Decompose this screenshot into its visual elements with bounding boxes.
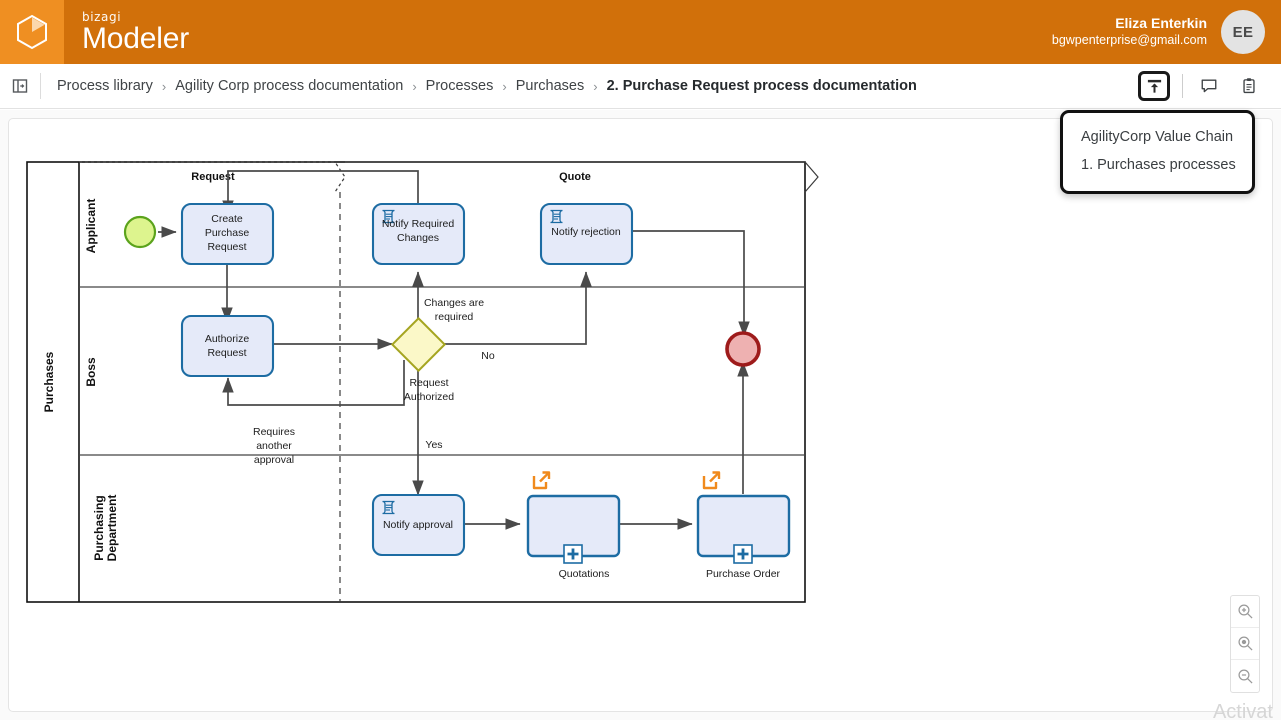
subprocess-label: Quotations: [559, 568, 610, 580]
task-label: Notify rejection: [551, 226, 621, 238]
flow-label-requires-2: another: [256, 440, 292, 452]
breadcrumb-divider: [40, 73, 41, 99]
flow-label-changes-1: Changes are: [424, 297, 484, 309]
bizagi-modeler-app: bizagi Modeler Eliza Enterkin bgwpenterp…: [0, 0, 1281, 720]
breadcrumb-separator: ›: [593, 78, 598, 94]
lane-applicant[interactable]: Applicant: [84, 199, 98, 254]
task-notify-approval[interactable]: Notify approval: [371, 493, 466, 557]
windows-activation-watermark: Activat: [1212, 701, 1273, 720]
breadcrumb-item-2[interactable]: Processes: [426, 78, 494, 94]
expand-subprocess-marker[interactable]: [563, 544, 583, 564]
clipboard-icon[interactable]: [1235, 72, 1263, 100]
task-authorize-request[interactable]: Authorize Request: [180, 314, 275, 378]
lane-label-applicant: Applicant: [84, 199, 98, 254]
task-label: Notify approval: [383, 519, 453, 531]
dropdown-item-0[interactable]: AgilityCorp Value Chain: [1063, 123, 1252, 151]
breadcrumb-bar: Process library › Agility Corp process d…: [0, 64, 1281, 109]
app-header: bizagi Modeler Eliza Enterkin bgwpenterp…: [0, 0, 1281, 64]
publish-icon[interactable]: [1138, 71, 1170, 101]
task-label-line-1: Authorize: [205, 333, 250, 345]
task-label-line-3: Request: [207, 241, 246, 253]
lane-label-boss: Boss: [84, 357, 98, 387]
breadcrumb-separator: ›: [412, 78, 417, 94]
end-event[interactable]: [725, 331, 761, 367]
gateway-label-line-2: Authorized: [404, 391, 454, 403]
start-event[interactable]: [123, 215, 157, 249]
zoom-out-button[interactable]: [1231, 660, 1259, 692]
avatar[interactable]: EE: [1221, 10, 1265, 54]
task-notify-rejection[interactable]: Notify rejection: [539, 202, 634, 266]
user-name: Eliza Enterkin: [1115, 15, 1207, 32]
dropdown-item-1[interactable]: 1. Purchases processes: [1063, 151, 1252, 179]
breadcrumb-item-current: 2. Purchase Request process documentatio…: [606, 78, 917, 94]
magnifier-dot-icon: [1237, 636, 1253, 651]
breadcrumb-item-3[interactable]: Purchases: [516, 78, 585, 94]
breadcrumb-item-1[interactable]: Agility Corp process documentation: [175, 78, 403, 94]
process-switch-dropdown[interactable]: AgilityCorp Value Chain 1. Purchases pro…: [1060, 110, 1255, 194]
magnifier-plus-icon: [1237, 604, 1253, 619]
brand-name-large: Modeler: [82, 21, 189, 55]
bpmn-diagram[interactable]: Purchases Applicant Boss Purchasing Depa…: [0, 110, 1265, 704]
task-notify-required-changes[interactable]: Notify Required Changes: [371, 202, 466, 266]
task-create-purchase-request[interactable]: Create Purchase Request: [180, 202, 275, 266]
breadcrumb-separator: ›: [161, 78, 167, 94]
lane-label-purchasing-1: Purchasing: [92, 495, 106, 560]
expand-subprocess-marker[interactable]: [733, 544, 753, 564]
breadcrumb-item-0[interactable]: Process library: [57, 78, 153, 94]
task-label-line-1: Create: [211, 213, 243, 225]
hexagon-cube-logo-icon: [17, 14, 47, 50]
breadcrumb: Process library › Agility Corp process d…: [57, 78, 917, 94]
brand-block: bizagi Modeler: [82, 11, 189, 54]
pool-label: Purchases: [42, 351, 56, 412]
zoom-reset-button[interactable]: [1231, 628, 1259, 660]
flow-label-changes-2: required: [435, 311, 474, 323]
flow-label-no: No: [481, 350, 495, 362]
brand-name-small: bizagi: [82, 9, 122, 24]
lane-label-purchasing-2: Department: [105, 495, 119, 562]
task-label-line-2: Changes: [397, 232, 439, 244]
lane-purchasing-department[interactable]: Purchasing Department: [92, 495, 119, 562]
zoom-in-button[interactable]: [1231, 596, 1259, 628]
task-label-line-2: Request: [207, 347, 246, 359]
breadcrumb-separator: ›: [502, 78, 507, 94]
actions-divider: [1182, 74, 1183, 98]
user-block[interactable]: Eliza Enterkin bgwpenterprise@gmail.com …: [1052, 10, 1281, 54]
flow-label-requires-1: Requires: [253, 426, 295, 438]
breadcrumb-actions: [1138, 71, 1281, 101]
magnifier-minus-icon: [1237, 668, 1253, 684]
panel-toggle-icon[interactable]: [0, 78, 40, 94]
phase-label-quote: Quote: [559, 171, 591, 183]
flow-label-requires-3: approval: [254, 454, 294, 466]
zoom-controls[interactable]: [1230, 595, 1260, 693]
app-logo[interactable]: [0, 0, 64, 64]
task-label-line-1: Notify Required: [382, 218, 455, 230]
user-email: bgwpenterprise@gmail.com: [1051, 32, 1207, 47]
task-label-line-2: Purchase: [205, 227, 250, 239]
flow-label-yes: Yes: [425, 439, 442, 451]
subprocess-label: Purchase Order: [706, 568, 781, 580]
lane-boss[interactable]: Boss: [84, 357, 98, 387]
user-text: Eliza Enterkin bgwpenterprise@gmail.com: [1052, 15, 1207, 48]
diagram-canvas[interactable]: Purchases Applicant Boss Purchasing Depa…: [0, 110, 1281, 720]
gateway-label-line-1: Request: [409, 377, 448, 389]
comment-icon[interactable]: [1195, 72, 1223, 100]
